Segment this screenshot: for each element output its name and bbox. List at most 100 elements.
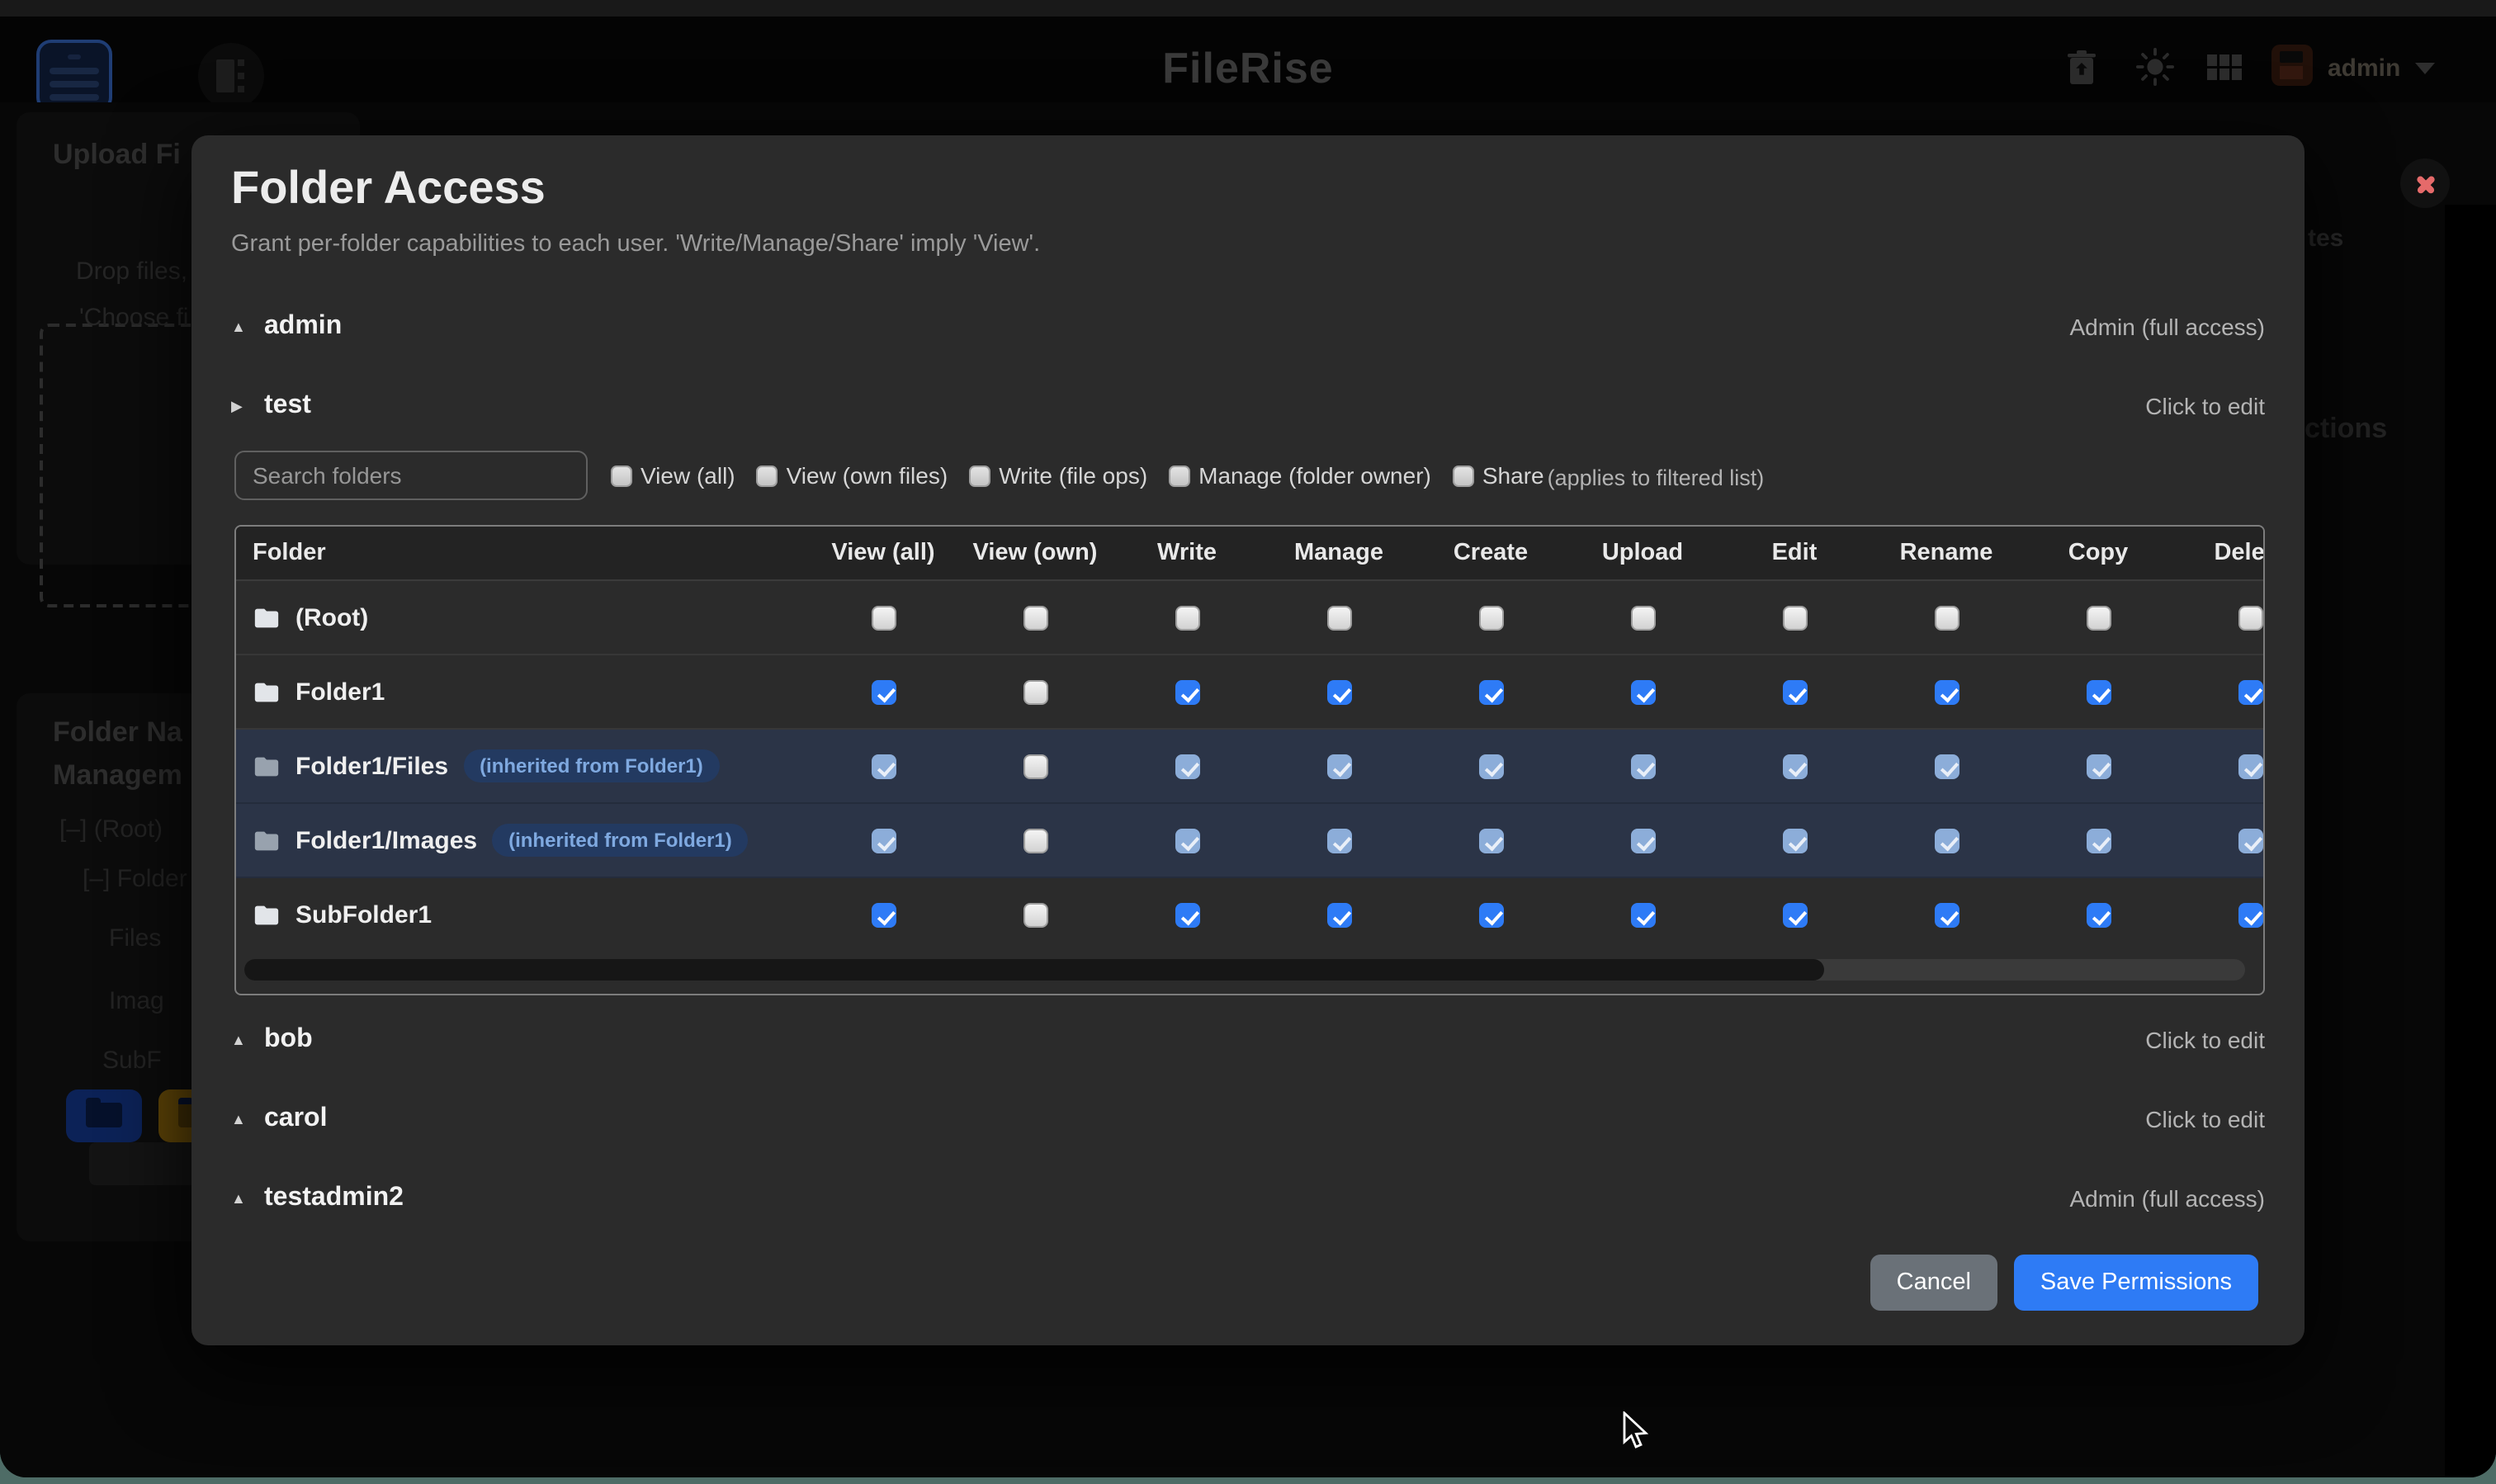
user-avatar[interactable] bbox=[2271, 45, 2313, 86]
permission-checkbox-rename[interactable] bbox=[1934, 605, 1959, 630]
filter-option-5[interactable]: Share bbox=[1453, 462, 1544, 489]
filter-option-4[interactable]: Manage (folder owner) bbox=[1169, 462, 1431, 489]
permission-checkbox-create[interactable] bbox=[1478, 903, 1503, 928]
caret-right-icon[interactable]: ▶ bbox=[231, 397, 264, 415]
permission-checkbox-copy[interactable] bbox=[2086, 754, 2111, 778]
permission-checkbox-create[interactable] bbox=[1478, 679, 1503, 704]
user-row-admin[interactable]: ▲ admin Admin (full access) bbox=[231, 300, 2265, 353]
user-row-bob[interactable]: ▲ bob Click to edit bbox=[231, 1014, 2265, 1066]
permission-checkbox-write[interactable] bbox=[1175, 754, 1199, 778]
permission-checkbox-delete[interactable] bbox=[2238, 903, 2262, 928]
filter-option-3[interactable]: Write (file ops) bbox=[969, 462, 1147, 489]
permission-checkbox-view-own[interactable] bbox=[1023, 903, 1047, 928]
permission-checkbox-write[interactable] bbox=[1175, 903, 1199, 928]
user-row-test[interactable]: ▶ test Click to edit bbox=[231, 380, 2265, 432]
table-row-root: (Root) bbox=[236, 581, 2265, 655]
permission-checkbox-view-all[interactable] bbox=[871, 754, 896, 778]
permission-checkbox-delete[interactable] bbox=[2238, 754, 2262, 778]
permission-checkbox-edit[interactable] bbox=[1782, 679, 1807, 704]
permission-checkbox-create[interactable] bbox=[1478, 605, 1503, 630]
filter-checkbox[interactable] bbox=[611, 465, 632, 486]
column-header-rename: Rename bbox=[1870, 540, 2022, 566]
permission-checkbox-view-own[interactable] bbox=[1023, 754, 1047, 778]
trash-icon[interactable] bbox=[2067, 50, 2097, 86]
tree-item-images[interactable]: Imag bbox=[109, 987, 164, 1015]
permission-checkbox-delete[interactable] bbox=[2238, 679, 2262, 704]
inherited-badge: (inherited from Folder1) bbox=[463, 749, 720, 782]
folder-mgmt-heading-2: Managem bbox=[53, 759, 182, 792]
table-header-row: FolderView (all)View (own)WriteManageCre… bbox=[236, 527, 2265, 581]
caret-up-icon[interactable]: ▲ bbox=[231, 1032, 264, 1048]
permission-checkbox-manage[interactable] bbox=[1326, 679, 1351, 704]
permission-checkbox-upload[interactable] bbox=[1630, 679, 1655, 704]
permission-checkbox-write[interactable] bbox=[1175, 828, 1199, 853]
permission-checkbox-upload[interactable] bbox=[1630, 828, 1655, 853]
app-title: FileRise bbox=[0, 43, 2496, 94]
permission-checkbox-view-own[interactable] bbox=[1023, 828, 1047, 853]
permission-checkbox-manage[interactable] bbox=[1326, 903, 1351, 928]
filter-checkbox[interactable] bbox=[969, 465, 990, 486]
caret-up-icon[interactable]: ▲ bbox=[231, 1190, 264, 1207]
permission-checkbox-create[interactable] bbox=[1478, 828, 1503, 853]
permission-checkbox-edit[interactable] bbox=[1782, 605, 1807, 630]
user-menu-caret-icon[interactable] bbox=[2415, 63, 2435, 74]
header-username[interactable]: admin bbox=[2328, 54, 2400, 83]
theme-sun-icon[interactable] bbox=[2136, 48, 2174, 86]
filter-checkbox[interactable] bbox=[1453, 465, 1474, 486]
filter-option-1[interactable]: View (all) bbox=[611, 462, 735, 489]
permission-checkbox-write[interactable] bbox=[1175, 605, 1199, 630]
permission-checkbox-rename[interactable] bbox=[1934, 903, 1959, 928]
user-status: Admin (full access) bbox=[2069, 1185, 2265, 1212]
filter-option-2[interactable]: View (own files) bbox=[757, 462, 948, 489]
permission-checkbox-upload[interactable] bbox=[1630, 754, 1655, 778]
permission-checkbox-copy[interactable] bbox=[2086, 605, 2111, 630]
permission-checkbox-view-all[interactable] bbox=[871, 903, 896, 928]
apps-grid-icon[interactable] bbox=[2207, 51, 2242, 84]
permission-checkbox-view-all[interactable] bbox=[871, 605, 896, 630]
tree-item-folder1[interactable]: [–] Folder bbox=[83, 865, 187, 893]
user-status: Click to edit bbox=[2145, 1106, 2265, 1132]
cancel-button[interactable]: Cancel bbox=[1870, 1255, 1997, 1311]
user-status: Admin (full access) bbox=[2069, 314, 2265, 340]
permission-checkbox-upload[interactable] bbox=[1630, 605, 1655, 630]
folder-icon bbox=[253, 901, 281, 929]
permission-checkbox-manage[interactable] bbox=[1326, 605, 1351, 630]
permission-checkbox-rename[interactable] bbox=[1934, 754, 1959, 778]
user-row-testadmin2[interactable]: ▲ testadmin2 Admin (full access) bbox=[231, 1172, 2265, 1225]
permission-checkbox-view-own[interactable] bbox=[1023, 605, 1047, 630]
permission-checkbox-copy[interactable] bbox=[2086, 828, 2111, 853]
search-folders-input[interactable] bbox=[234, 451, 588, 500]
scrollbar-thumb[interactable] bbox=[244, 959, 1825, 981]
caret-up-icon[interactable]: ▲ bbox=[231, 319, 264, 335]
permission-checkbox-rename[interactable] bbox=[1934, 828, 1959, 853]
permission-checkbox-upload[interactable] bbox=[1630, 903, 1655, 928]
column-header-upload: Upload bbox=[1567, 540, 1718, 566]
create-folder-button[interactable] bbox=[66, 1089, 142, 1142]
permission-checkbox-view-own[interactable] bbox=[1023, 679, 1047, 704]
permission-checkbox-manage[interactable] bbox=[1326, 754, 1351, 778]
filter-checkbox[interactable] bbox=[757, 465, 778, 486]
tree-item-subfolder[interactable]: SubF bbox=[102, 1047, 162, 1075]
horizontal-scrollbar[interactable] bbox=[244, 959, 2245, 981]
tree-item-files[interactable]: Files bbox=[109, 924, 161, 952]
permission-checkbox-rename[interactable] bbox=[1934, 679, 1959, 704]
permission-checkbox-copy[interactable] bbox=[2086, 903, 2111, 928]
tree-item-root[interactable]: [–] (Root) bbox=[59, 815, 163, 844]
permission-checkbox-write[interactable] bbox=[1175, 679, 1199, 704]
permission-checkbox-edit[interactable] bbox=[1782, 903, 1807, 928]
permission-checkbox-delete[interactable] bbox=[2238, 605, 2262, 630]
permission-checkbox-manage[interactable] bbox=[1326, 828, 1351, 853]
save-permissions-button[interactable]: Save Permissions bbox=[2014, 1255, 2258, 1311]
permission-checkbox-copy[interactable] bbox=[2086, 679, 2111, 704]
close-button[interactable] bbox=[2400, 158, 2450, 208]
right-panel-fragment-top: tes bbox=[2308, 224, 2343, 253]
permission-checkbox-edit[interactable] bbox=[1782, 828, 1807, 853]
permission-checkbox-view-all[interactable] bbox=[871, 828, 896, 853]
permission-checkbox-delete[interactable] bbox=[2238, 828, 2262, 853]
permission-checkbox-view-all[interactable] bbox=[871, 679, 896, 704]
user-row-carol[interactable]: ▲ carol Click to edit bbox=[231, 1093, 2265, 1146]
filter-checkbox[interactable] bbox=[1169, 465, 1190, 486]
permission-checkbox-create[interactable] bbox=[1478, 754, 1503, 778]
caret-up-icon[interactable]: ▲ bbox=[231, 1111, 264, 1127]
permission-checkbox-edit[interactable] bbox=[1782, 754, 1807, 778]
